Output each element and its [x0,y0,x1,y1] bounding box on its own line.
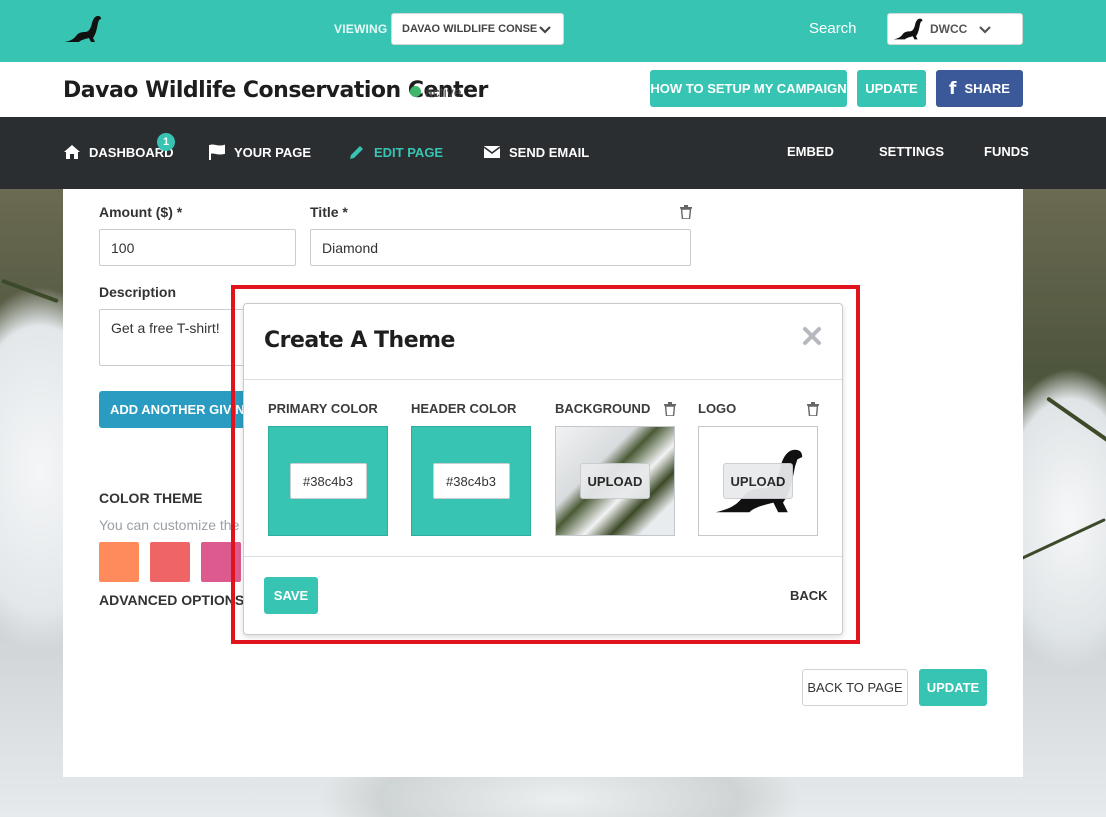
flag-icon [209,144,225,160]
status-dot-icon [410,86,421,97]
search-link[interactable]: Search [809,20,857,37]
color-swatch-red[interactable] [150,542,190,582]
ferret-logo-icon[interactable] [63,14,103,44]
home-icon [64,145,80,159]
ferret-avatar-icon [893,18,923,40]
back-button[interactable]: BACK [790,588,828,603]
pencil-icon [350,146,363,159]
nav-funds[interactable]: FUNDS [984,144,1029,159]
primary-color-label: PRIMARY COLOR [268,401,378,416]
nav-edit-page-label: EDIT PAGE [374,144,444,160]
save-button[interactable]: SAVE [264,577,318,614]
update-bottom-button[interactable]: UPDATE [919,669,987,706]
nav-send-email[interactable]: SEND EMAIL [483,144,589,160]
main-nav: DASHBOARD 1 YOUR PAGE EDIT PAGE SEND EMA… [0,117,1106,189]
modal-title: Create A Theme [264,328,455,353]
back-to-page-button[interactable]: BACK TO PAGE [802,669,908,706]
nav-your-page[interactable]: YOUR PAGE [208,144,311,160]
primary-color-input[interactable]: #38c4b3 [289,463,367,499]
facebook-icon: f [949,78,957,99]
advanced-options-link[interactable]: ADVANCED OPTIONS [99,592,244,608]
nav-send-email-label: SEND EMAIL [509,144,590,160]
nav-your-page-label: YOUR PAGE [234,144,312,160]
title-input[interactable]: Diamond [310,229,691,266]
nav-embed-label: EMBED [787,144,834,159]
close-icon[interactable] [800,324,824,348]
account-name: DWCC [930,22,968,36]
title-bar: Davao Wildlife Conservation Center activ… [0,62,1106,117]
background-label: BACKGROUND [555,401,651,416]
modal-footer-divider [244,556,842,557]
share-label: SHARE [964,81,1010,96]
notification-badge: 1 [157,133,175,151]
logo-label: LOGO [698,401,737,416]
nav-settings[interactable]: SETTINGS [879,144,944,159]
nav-edit-page[interactable]: EDIT PAGE [348,144,443,160]
header-color-label: HEADER COLOR [411,401,517,416]
update-button[interactable]: UPDATE [857,70,926,107]
trash-icon[interactable] [664,402,676,416]
background-upload-button[interactable]: UPLOAD [580,463,650,499]
top-bar: VIEWING DAVAO WILDLIFE CONSE... Search D… [0,0,1106,62]
amount-label: Amount ($) * [99,204,183,220]
create-theme-modal: Create A Theme PRIMARY COLOR #38c4b3 HEA… [243,303,843,635]
nav-dashboard[interactable]: DASHBOARD [63,144,174,160]
nav-settings-label: SETTINGS [879,144,945,159]
header-color-preview[interactable]: #38c4b3 [411,426,531,536]
account-select[interactable]: DWCC [887,13,1023,45]
description-label: Description [99,284,177,300]
background-image-preview: UPLOAD [555,426,675,536]
color-theme-label: COLOR THEME [99,490,203,506]
envelope-icon [483,146,501,158]
campaign-select[interactable]: DAVAO WILDLIFE CONSE... [391,13,564,45]
nav-embed[interactable]: EMBED [787,144,834,159]
primary-color-preview[interactable]: #38c4b3 [268,426,388,536]
nav-funds-label: FUNDS [984,144,1029,159]
header-color-input[interactable]: #38c4b3 [432,463,510,499]
logo-image-preview: UPLOAD [698,426,818,536]
trash-icon[interactable] [680,205,692,219]
status-badge: active [425,84,462,100]
amount-input[interactable]: 100 [99,229,296,266]
modal-header-divider [244,379,842,380]
chevron-down-icon [539,26,551,34]
share-button[interactable]: f SHARE [936,70,1023,107]
trash-icon[interactable] [807,402,819,416]
viewing-label: VIEWING [334,22,388,36]
title-label: Title * [310,204,348,220]
how-to-setup-button[interactable]: HOW TO SETUP MY CAMPAIGN [650,70,847,107]
campaign-select-value: DAVAO WILDLIFE CONSE... [402,23,537,35]
color-swatch-orange[interactable] [99,542,139,582]
chevron-down-icon [979,26,992,34]
logo-upload-button[interactable]: UPLOAD [723,463,793,499]
